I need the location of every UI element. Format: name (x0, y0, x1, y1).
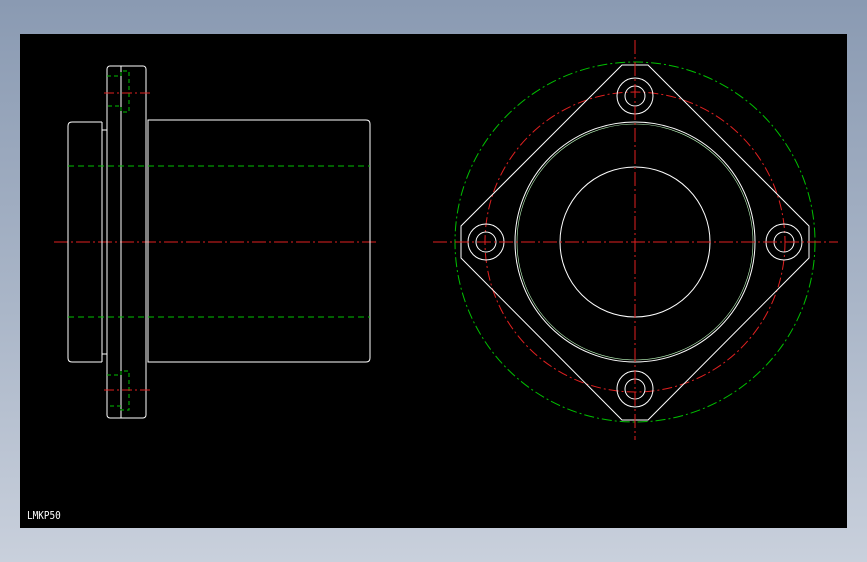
front-view (433, 40, 838, 440)
drawing-label: LMKP50 (27, 509, 61, 522)
side-view (54, 65, 376, 419)
bottom-bolt-hole-section (104, 370, 152, 411)
top-bolt-hole-section (104, 70, 152, 113)
cad-drawing-canvas[interactable]: LMKP50 (20, 34, 847, 528)
cad-drawing-svg (54, 40, 838, 440)
body-outline (147, 119, 371, 363)
